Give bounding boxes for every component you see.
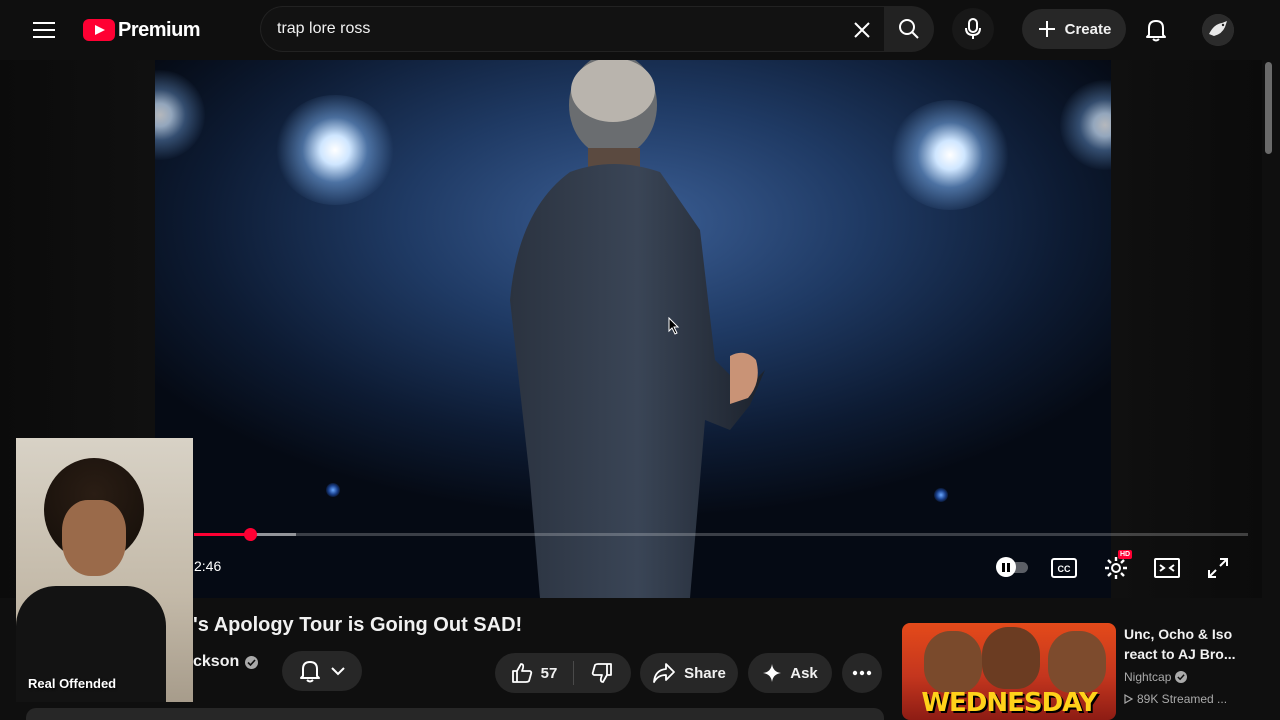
stage-light-edge-right	[1060, 80, 1111, 170]
thumbnail-text: WEDNESDAY	[921, 688, 1097, 718]
player-letterbox-right	[1111, 60, 1262, 598]
play-outline-icon	[1124, 693, 1134, 705]
bell-icon	[1146, 20, 1166, 42]
youtube-play-logo-icon	[83, 19, 115, 41]
logo-text: Premium	[118, 18, 201, 41]
avatar-image-icon	[1202, 14, 1234, 46]
progress-played	[194, 533, 250, 536]
theater-mode-button[interactable]	[1151, 552, 1183, 584]
create-label: Create	[1064, 20, 1112, 38]
voice-search-button[interactable]	[952, 8, 994, 50]
webcam-person-face	[62, 500, 126, 576]
bell-icon	[300, 661, 320, 683]
page-scrollbar[interactable]	[1262, 60, 1280, 720]
close-icon	[854, 22, 870, 38]
clear-search-button[interactable]	[850, 18, 874, 42]
like-count: 57	[540, 664, 558, 682]
settings-gear-icon	[1105, 557, 1127, 579]
related-channel-row: Nightcap	[1124, 670, 1188, 684]
speaker-figure	[510, 60, 765, 598]
search-icon	[899, 19, 919, 39]
share-label: Share	[684, 664, 726, 682]
stage-light-right	[890, 100, 1010, 210]
theater-mode-icon	[1154, 558, 1180, 578]
related-meta-text: 89K Streamed ...	[1137, 692, 1228, 706]
thumbs-down-icon	[591, 663, 612, 683]
notifications-button[interactable]	[1136, 10, 1176, 50]
fullscreen-icon	[1208, 558, 1228, 578]
channel-info: ckson	[193, 652, 259, 672]
dislike-button[interactable]	[574, 653, 630, 693]
more-actions-button[interactable]	[842, 653, 882, 693]
webcam-label: Real Offended	[28, 676, 117, 691]
video-frame[interactable]	[155, 60, 1111, 598]
sparkle-icon	[763, 664, 782, 682]
related-video-meta: 89K Streamed ...	[1124, 692, 1227, 706]
plus-icon	[1038, 21, 1055, 37]
mouse-cursor-icon	[668, 317, 680, 335]
create-button[interactable]: Create	[1022, 9, 1126, 49]
microphone-icon	[965, 18, 981, 39]
floor-light-left	[326, 483, 340, 497]
related-video-title[interactable]: Unc, Ocho & Iso react to AJ Bro...	[1124, 624, 1254, 664]
top-header: Premium Create	[0, 0, 1280, 60]
youtube-watch-page: Premium Create	[0, 0, 1280, 720]
verified-checkmark-icon	[1175, 671, 1188, 683]
pause-icon	[1002, 562, 1010, 572]
fullscreen-button[interactable]	[1202, 552, 1234, 584]
floor-light-right	[934, 488, 948, 502]
share-button[interactable]: Share	[640, 653, 738, 693]
like-dislike-group: 57	[495, 653, 631, 693]
scrollbar-thumb[interactable]	[1265, 62, 1272, 154]
thumb-person-2	[982, 627, 1040, 689]
channel-name[interactable]: ckson	[193, 653, 239, 671]
autoplay-toggle[interactable]	[996, 557, 1030, 577]
thumbs-up-icon	[511, 663, 532, 683]
account-avatar[interactable]	[1202, 14, 1234, 46]
hamburger-menu-icon	[33, 22, 55, 38]
video-title: 's Apology Tour is Going Out SAD!	[193, 614, 523, 636]
captions-button[interactable]: CC	[1048, 552, 1080, 584]
webcam-overlay: Real Offended	[16, 438, 193, 702]
current-time: 2:46	[194, 558, 222, 574]
more-horizontal-icon	[852, 670, 872, 676]
thumb-person-1	[924, 631, 982, 693]
related-video-thumbnail[interactable]: WEDNESDAY	[902, 623, 1116, 720]
search-box	[260, 6, 886, 52]
progress-bar[interactable]	[194, 528, 1248, 541]
share-arrow-icon	[653, 663, 676, 683]
cc-icon: CC	[1051, 558, 1077, 578]
youtube-premium-logo[interactable]: Premium	[83, 18, 201, 42]
stage-light-left	[275, 95, 395, 205]
menu-button[interactable]	[26, 12, 62, 48]
progress-scrubber-handle[interactable]	[243, 528, 257, 541]
search-button[interactable]	[884, 6, 934, 52]
autoplay-thumb	[996, 557, 1016, 577]
subscription-notifications-button[interactable]	[282, 651, 362, 691]
verified-checkmark-icon	[245, 655, 259, 669]
ask-label: Ask	[790, 664, 818, 682]
chevron-down-icon	[331, 667, 345, 676]
svg-text:CC: CC	[1058, 564, 1071, 574]
hd-badge: HD	[1118, 550, 1133, 559]
like-button[interactable]: 57	[495, 653, 573, 693]
related-channel-name[interactable]: Nightcap	[1124, 670, 1171, 684]
description-box[interactable]	[26, 708, 884, 720]
settings-button[interactable]: HD	[1100, 550, 1133, 584]
search-input[interactable]	[277, 20, 817, 38]
ask-button[interactable]: Ask	[748, 653, 832, 693]
stage-light-edge-left	[155, 70, 205, 160]
thumb-person-3	[1048, 631, 1106, 693]
